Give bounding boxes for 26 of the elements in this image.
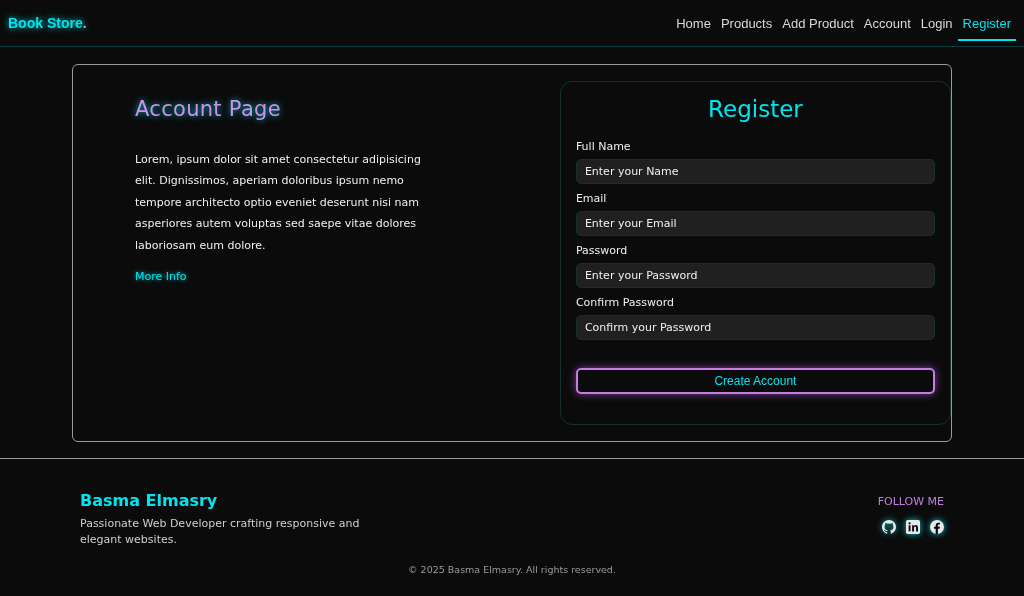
field-label: Password (575, 244, 629, 257)
input-field[interactable]: Confirm your Password (575, 315, 935, 340)
intro-paragraph: Lorem, ipsum dolor sit amet consectetur adipisicing elit. Dignissimos, aperiam doloribus ipsum nemo tempore architecto optio eveniet deserunt nisi nam asperiores autem voluptas sed saepe vitae dolores laboriosam eum dolore. (135, 152, 422, 254)
input-field[interactable]: Enter your Email (575, 211, 935, 236)
field-label: Full Name (575, 140, 632, 153)
form-title: Register (707, 96, 804, 122)
nav-link[interactable]: Account (858, 7, 916, 41)
more-info-link[interactable]: More Info (135, 270, 187, 284)
input-field[interactable]: Enter your Password (575, 263, 935, 288)
field-label: Email (575, 192, 608, 205)
follow-heading: FOLLOW ME (877, 495, 944, 508)
create-account-button[interactable]: Create Account (575, 368, 935, 394)
copyright-text: © 2025 Basma Elmasry. All rights reserved. (407, 564, 617, 575)
nav-link[interactable]: Home (671, 7, 716, 41)
footer-name: Basma Elmasry (80, 491, 219, 510)
square-letters-icon[interactable] (906, 520, 920, 534)
brand-logo[interactable]: Book Store. (8, 15, 87, 31)
page-title: Account Page (135, 97, 282, 121)
nav-link[interactable]: Add Product (777, 7, 859, 41)
nav-link[interactable]: Register (957, 7, 1016, 41)
footer-tagline: Passionate Web Developer crafting responsive and elegant websites. (80, 516, 361, 548)
nav-link[interactable]: Products (715, 7, 778, 41)
nav-link[interactable]: Login (915, 7, 958, 41)
field-label: Confirm Password (575, 296, 676, 309)
input-field[interactable]: Enter your Name (575, 159, 935, 184)
circle-letter-icon[interactable] (930, 520, 944, 534)
